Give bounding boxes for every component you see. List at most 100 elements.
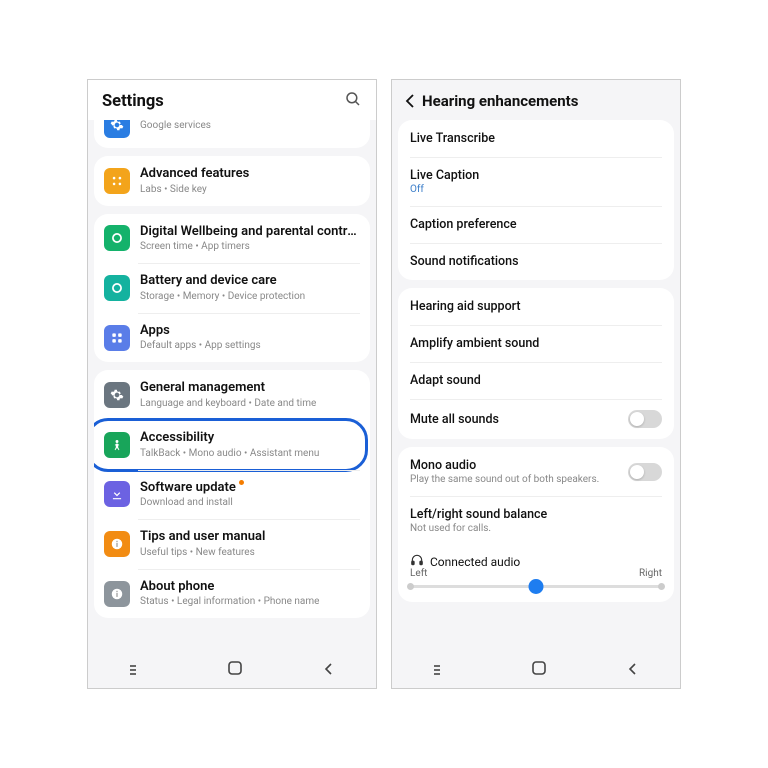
settings-item-digital-wellbeing-and-parental-controls[interactable]: Digital Wellbeing and parental controlsS…	[94, 214, 370, 264]
item-title: General management	[140, 380, 360, 396]
row-amplify-ambient-sound[interactable]: Amplify ambient sound	[398, 325, 674, 362]
balance-slider[interactable]	[410, 585, 662, 588]
item-text: Battery and device careStorage • Memory …	[140, 273, 360, 303]
info-icon	[104, 581, 130, 607]
down-icon	[104, 481, 130, 507]
item-subtitle: Status • Legal information • Phone name	[140, 595, 360, 608]
settings-group: Google services	[94, 120, 370, 148]
row-title: Caption preference	[410, 217, 662, 232]
settings-item-general-management[interactable]: General managementLanguage and keyboard …	[94, 370, 370, 420]
nav-recents-icon[interactable]	[432, 661, 452, 680]
row-subtitle: Off	[410, 184, 662, 195]
row-sound-notifications[interactable]: Sound notifications	[398, 243, 674, 280]
item-text: General managementLanguage and keyboard …	[140, 380, 360, 410]
settings-card: Hearing aid support Amplify ambient sound…	[398, 288, 674, 439]
row-mute-all-sounds[interactable]: Mute all sounds	[398, 399, 674, 439]
row-live-caption[interactable]: Live CaptionOff	[398, 157, 674, 206]
row-title: Sound notifications	[410, 254, 662, 269]
item-title: Software update	[140, 480, 360, 496]
item-text: Software updateDownload and install	[140, 480, 360, 510]
item-subtitle: Screen time • App timers	[140, 240, 360, 253]
hearing-list[interactable]: Live TranscribeLive CaptionOffCaption pr…	[392, 120, 680, 610]
item-text: AppsDefault apps • App settings	[140, 323, 360, 353]
row-title: Amplify ambient sound	[410, 336, 662, 351]
row-title: Adapt sound	[410, 373, 662, 388]
item-title: Accessibility	[140, 430, 360, 446]
settings-screen: Settings Google services Advanced feature…	[87, 79, 377, 689]
nav-recents-icon[interactable]	[128, 661, 148, 680]
system-nav	[392, 652, 680, 688]
settings-item-partial[interactable]: Google services	[94, 120, 370, 148]
item-text: Tips and user manualUseful tips • New fe…	[140, 529, 360, 559]
ring-icon	[104, 225, 130, 251]
nav-home-icon[interactable]	[227, 660, 243, 680]
item-title: About phone	[140, 579, 360, 595]
gear-icon	[104, 120, 130, 138]
toggle-mono-audio[interactable]	[628, 463, 662, 481]
settings-item-advanced-features[interactable]: Advanced featuresLabs • Side key	[94, 156, 370, 206]
row-left-right-sound-balance[interactable]: Left/right sound balanceNot used for cal…	[398, 496, 674, 545]
row-hearing-aid-support[interactable]: Hearing aid support	[398, 288, 674, 325]
settings-list[interactable]: Google services Advanced featuresLabs • S…	[88, 120, 376, 652]
page-title: Settings	[102, 92, 344, 111]
item-subtitle: Default apps • App settings	[140, 339, 360, 352]
slider-right-label: Right	[639, 568, 662, 579]
hearing-header: Hearing enhancements	[392, 80, 680, 120]
settings-item-apps[interactable]: AppsDefault apps • App settings	[94, 313, 370, 363]
item-title: Apps	[140, 323, 360, 339]
settings-header: Settings	[88, 80, 376, 120]
settings-card: Mono audioPlay the same sound out of bot…	[398, 447, 674, 602]
row-subtitle: Play the same sound out of both speakers…	[410, 474, 628, 485]
gear-icon	[104, 382, 130, 408]
settings-item-accessibility[interactable]: AccessibilityTalkBack • Mono audio • Ass…	[94, 420, 370, 470]
settings-item-battery-and-device-care[interactable]: Battery and device careStorage • Memory …	[94, 263, 370, 313]
update-badge-icon	[239, 480, 244, 485]
item-subtitle: Useful tips • New features	[140, 546, 360, 559]
hearing-enhancements-screen: Hearing enhancements Live TranscribeLive…	[391, 79, 681, 689]
toggle-mute-all-sounds[interactable]	[628, 410, 662, 428]
nav-home-icon[interactable]	[531, 660, 547, 680]
item-text: About phoneStatus • Legal information • …	[140, 579, 360, 609]
item-subtitle: Language and keyboard • Date and time	[140, 397, 360, 410]
nav-back-icon[interactable]	[626, 661, 640, 680]
person-icon	[104, 432, 130, 458]
item-subtitle: Storage • Memory • Device protection	[140, 290, 360, 303]
item-text: Digital Wellbeing and parental controlsS…	[140, 224, 360, 254]
slider-left-label: Left	[410, 568, 427, 579]
settings-card: Live TranscribeLive CaptionOffCaption pr…	[398, 120, 674, 280]
row-mono-audio[interactable]: Mono audioPlay the same sound out of bot…	[398, 447, 674, 496]
item-text: Google services	[140, 120, 360, 132]
settings-group: Advanced featuresLabs • Side key	[94, 156, 370, 206]
nav-back-icon[interactable]	[322, 661, 336, 680]
row-subtitle: Not used for calls.	[410, 523, 662, 534]
search-icon[interactable]	[344, 90, 362, 112]
row-caption-preference[interactable]: Caption preference	[398, 206, 674, 243]
settings-group: General managementLanguage and keyboard …	[94, 370, 370, 618]
row-adapt-sound[interactable]: Adapt sound	[398, 362, 674, 399]
item-title: Digital Wellbeing and parental controls	[140, 224, 360, 240]
item-subtitle: Download and install	[140, 496, 360, 509]
item-text: Advanced featuresLabs • Side key	[140, 166, 360, 196]
grid-icon	[104, 325, 130, 351]
row-live-transcribe[interactable]: Live Transcribe	[398, 120, 674, 157]
ring-icon	[104, 275, 130, 301]
settings-group: Digital Wellbeing and parental controlsS…	[94, 214, 370, 363]
item-subtitle: TalkBack • Mono audio • Assistant menu	[140, 447, 360, 460]
item-subtitle: Google services	[140, 120, 360, 132]
row-title: Mute all sounds	[410, 412, 628, 427]
item-text: AccessibilityTalkBack • Mono audio • Ass…	[140, 430, 360, 460]
back-icon[interactable]	[400, 93, 422, 109]
settings-item-software-update[interactable]: Software updateDownload and install	[94, 470, 370, 520]
settings-item-about-phone[interactable]: About phoneStatus • Legal information • …	[94, 569, 370, 619]
dots-icon	[104, 168, 130, 194]
slider-thumb[interactable]	[529, 579, 544, 594]
settings-item-tips-and-user-manual[interactable]: Tips and user manualUseful tips • New fe…	[94, 519, 370, 569]
item-title: Battery and device care	[140, 273, 360, 289]
row-title: Mono audio	[410, 458, 628, 473]
item-subtitle: Labs • Side key	[140, 183, 360, 196]
page-title: Hearing enhancements	[422, 92, 578, 110]
info-icon	[104, 531, 130, 557]
row-title: Live Caption	[410, 168, 662, 183]
item-title: Tips and user manual	[140, 529, 360, 545]
row-title: Left/right sound balance	[410, 507, 662, 522]
